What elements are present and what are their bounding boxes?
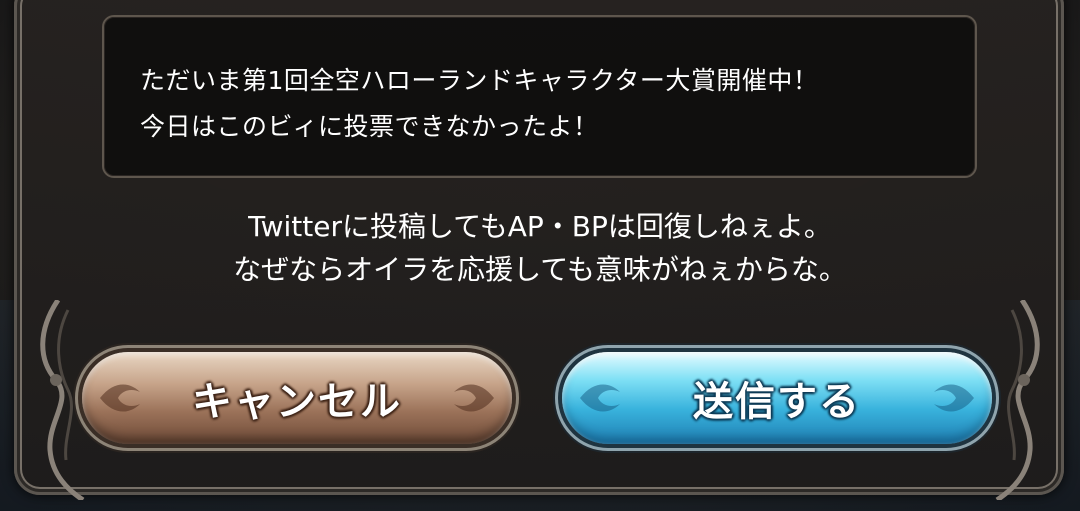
game-screen: ただいま第1回全空ハローランドキャラクター大賞開催中！ 今日はこのビィに投票でき… <box>0 0 1080 511</box>
message-line-1: ただいま第1回全空ハローランドキャラクター大賞開催中！ <box>140 66 819 95</box>
cancel-button[interactable]: キャンセル <box>82 352 512 444</box>
message-line-2: 今日はこのビィに投票できなかったよ！ <box>140 112 599 141</box>
notice-line-1: Twitterに投稿してもAP・BPは回復しねぇよ。 <box>248 210 832 243</box>
send-button[interactable]: 送信する <box>562 352 992 444</box>
notice-line-2: なぜならオイラを応援しても意味がねぇからな。 <box>233 253 847 286</box>
button-ornament-icon <box>454 384 494 412</box>
button-ornament-icon <box>934 384 974 412</box>
frame-ornament-right-icon <box>995 300 1040 500</box>
button-ornament-icon <box>100 384 140 412</box>
message-box: ただいま第1回全空ハローランドキャラクター大賞開催中！ 今日はこのビィに投票でき… <box>102 15 977 178</box>
send-button-label: 送信する <box>693 379 861 425</box>
button-ornament-icon <box>580 384 620 412</box>
cancel-button-label: キャンセル <box>192 379 402 425</box>
